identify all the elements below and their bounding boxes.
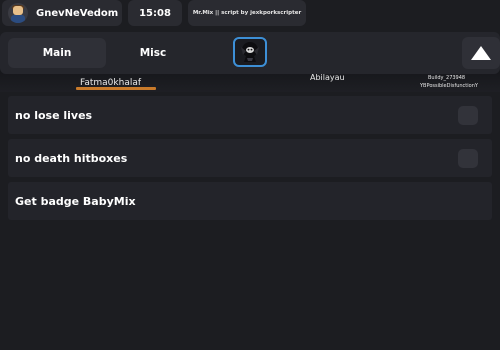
collapse-button[interactable] — [462, 37, 500, 69]
toggle-checkbox[interactable] — [458, 106, 478, 125]
username: GnevNeVedom — [36, 7, 119, 19]
tab-main[interactable]: Main — [8, 38, 106, 68]
triangle-up-icon — [471, 46, 491, 60]
row-label: no lose lives — [15, 108, 93, 122]
toggle-row-no-death-hitboxes[interactable]: no death hitboxes — [8, 139, 492, 177]
user-pill: GnevNeVedom — [2, 0, 122, 26]
row-label: no death hitboxes — [15, 151, 128, 165]
player-nametag: YBPossibleDisfunctionY — [420, 83, 478, 89]
toggle-checkbox[interactable] — [458, 149, 478, 168]
button-get-badge-babymix[interactable]: Get badge BabyMix — [8, 182, 492, 220]
clock: 15:08 — [128, 0, 182, 26]
player-nametag: Buildy_273948 — [428, 75, 466, 81]
toggle-row-no-lose-lives[interactable]: no lose lives — [8, 96, 492, 134]
tab-misc[interactable]: Misc — [108, 38, 198, 68]
player-nametag: Abilayau — [310, 73, 345, 82]
avatar — [8, 3, 28, 23]
masked-figure-logo-icon — [241, 42, 259, 62]
row-label: Get badge BabyMix — [15, 194, 136, 208]
player-nametag: Fatma0khalaf — [80, 78, 142, 88]
logo-button[interactable] — [233, 37, 267, 67]
script-credit: Mr.Mix || script by jexkporkscripter — [188, 0, 306, 26]
